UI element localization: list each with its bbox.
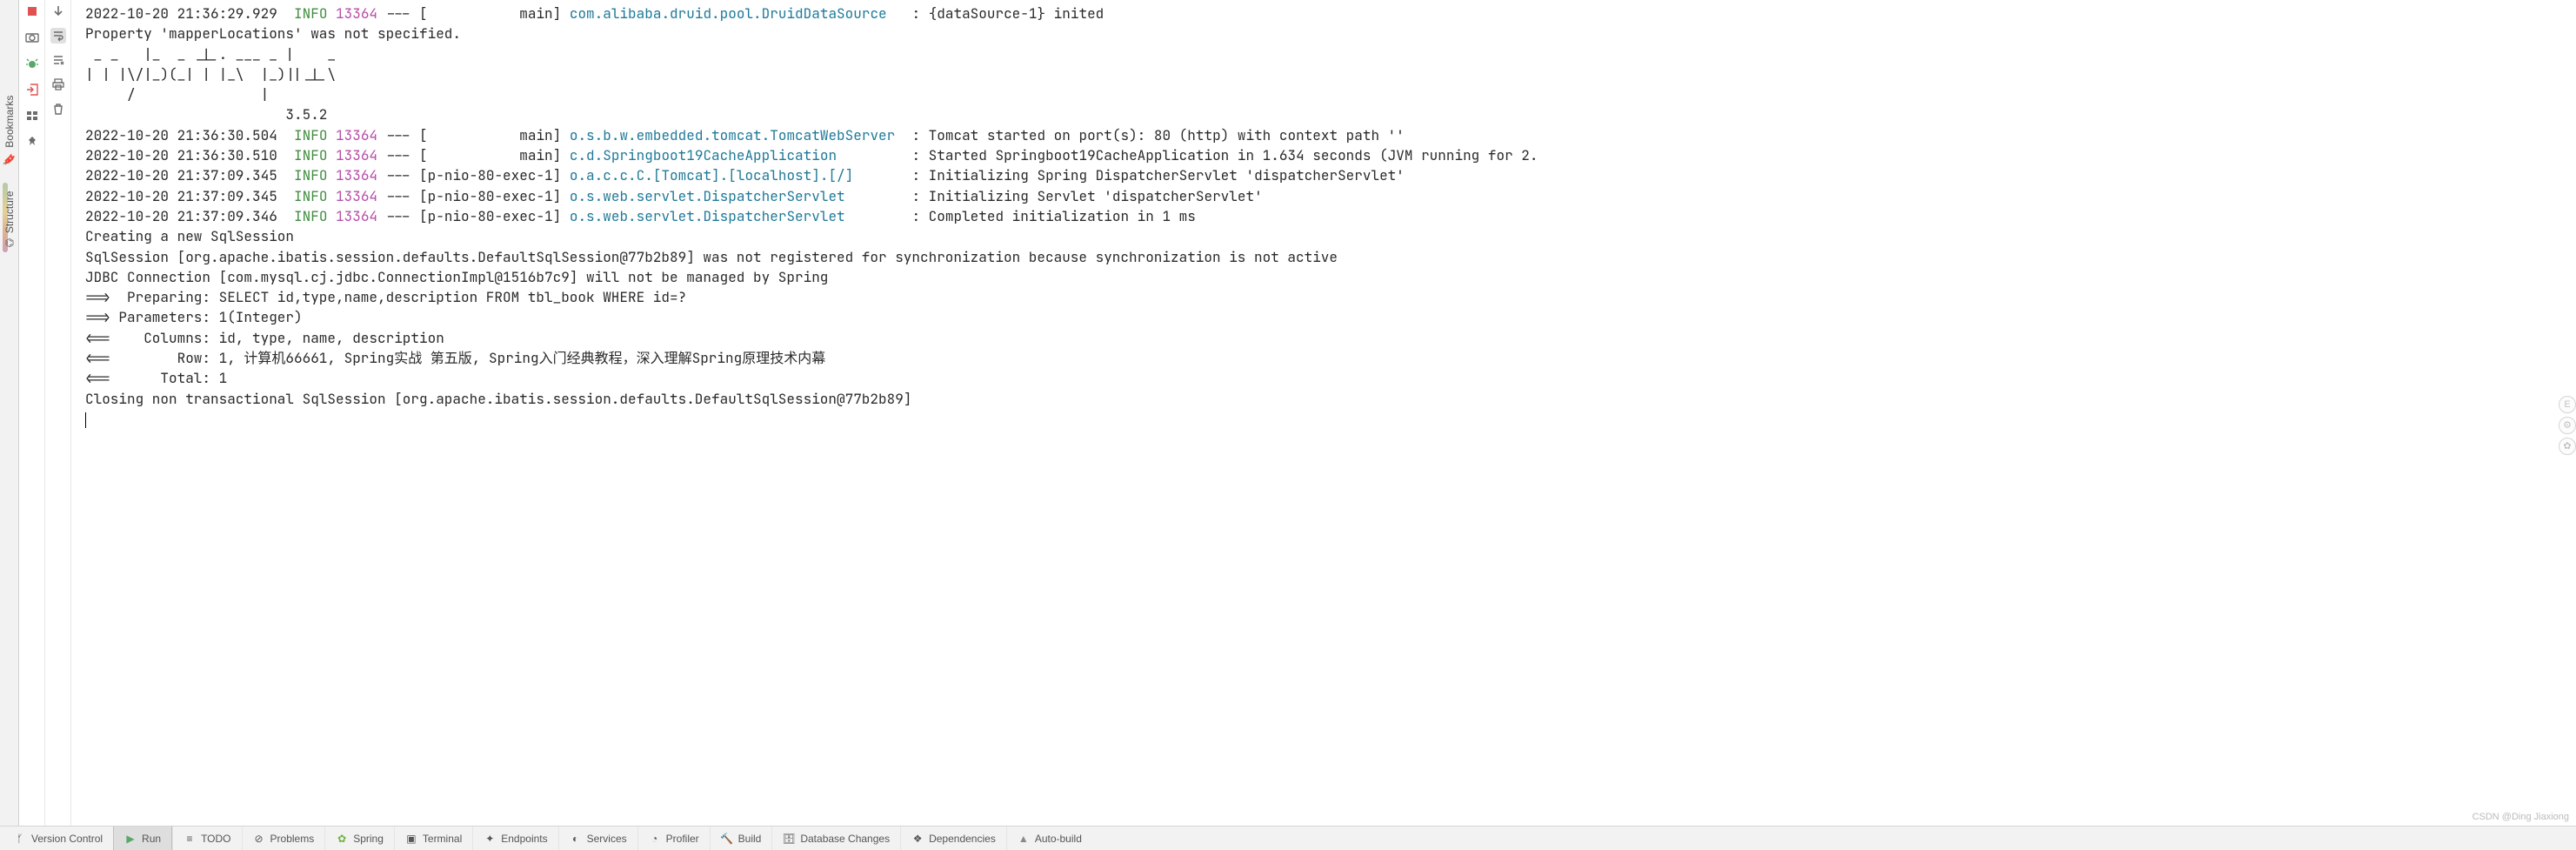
profiler-label: Profiler	[666, 833, 699, 845]
structure-tab[interactable]: ⌬ Structure	[2, 182, 17, 256]
tab-endpoints[interactable]: ✦ Endpoints	[472, 827, 557, 850]
bookmarks-tab[interactable]: 🔖 Bookmarks	[2, 87, 17, 175]
build-label: Build	[738, 833, 762, 845]
stop-icon[interactable]	[24, 3, 40, 19]
tab-terminal[interactable]: ▣ Terminal	[394, 827, 472, 850]
todo-icon: ≡	[184, 833, 196, 845]
badge-e: E	[2559, 396, 2576, 413]
log-line: 3.5.2	[85, 104, 2567, 124]
log-line: JDBC Connection [com.mysql.cj.jdbc.Conne…	[85, 267, 2567, 287]
build-icon: 🔨	[721, 833, 733, 845]
scroll-to-end-icon[interactable]	[50, 3, 66, 19]
log-line: Closing non transactional SqlSession [or…	[85, 389, 2567, 409]
tab-todo[interactable]: ≡ TODO	[172, 827, 241, 850]
tab-version-control[interactable]: ᚶ Version Control	[3, 827, 113, 850]
print-icon[interactable]	[50, 77, 66, 92]
database-changes-label: Database Changes	[800, 833, 890, 845]
log-line: 2022-10-20 21:36:30.504 INFO 13364 --- […	[85, 125, 2567, 145]
badge-gear2: ✿	[2559, 438, 2576, 455]
log-line: | | |\/|_)(_| | |_\ |_)||_|_\	[85, 64, 2567, 84]
tab-profiler[interactable]: ◔ Profiler	[637, 827, 710, 850]
run-icon: ▶	[124, 833, 137, 845]
log-line: Creating a new SqlSession	[85, 226, 2567, 246]
log-line: 2022-10-20 21:36:29.929 INFO 13364 --- […	[85, 3, 2567, 23]
terminal-icon: ▣	[405, 833, 417, 845]
clear-icon[interactable]	[50, 101, 66, 117]
profiler-icon: ◔	[649, 833, 661, 845]
structure-label: Structure	[3, 191, 16, 233]
camera-icon[interactable]	[24, 30, 40, 45]
exit-icon[interactable]	[24, 82, 40, 97]
log-line: <== Total: 1	[85, 368, 2567, 388]
text-caret	[85, 412, 86, 428]
tab-services[interactable]: ◐ Services	[558, 827, 637, 850]
watermark-badges: E ⚙ ✿	[2559, 396, 2576, 455]
endpoints-label: Endpoints	[501, 833, 547, 845]
badge-gear: ⚙	[2559, 417, 2576, 434]
layout-icon[interactable]	[24, 108, 40, 124]
auto-build-icon: ▲	[1018, 833, 1030, 845]
tab-build[interactable]: 🔨 Build	[710, 827, 772, 850]
services-icon: ◐	[570, 833, 582, 845]
structure-icon: ⌬	[4, 237, 13, 249]
bookmark-icon: 🔖	[3, 153, 16, 165]
log-line: SqlSession [org.apache.ibatis.session.de…	[85, 247, 2567, 267]
log-line: ==> Preparing: SELECT id,type,name,descr…	[85, 287, 2567, 307]
problems-icon: ⊘	[253, 833, 265, 845]
services-label: Services	[587, 833, 627, 845]
bookmarks-label: Bookmarks	[3, 96, 16, 148]
left-sidebar: 🔖 Bookmarks ⌬ Structure	[0, 0, 19, 826]
tab-database-changes[interactable]: 🗄 Database Changes	[771, 827, 900, 850]
log-line: 2022-10-20 21:37:09.346 INFO 13364 --- […	[85, 206, 2567, 226]
scroll-to-stack-icon[interactable]	[50, 52, 66, 68]
bug-icon[interactable]	[24, 56, 40, 71]
terminal-label: Terminal	[423, 833, 462, 845]
log-line: 2022-10-20 21:37:09.345 INFO 13364 --- […	[85, 165, 2567, 185]
tab-problems[interactable]: ⊘ Problems	[242, 827, 325, 850]
tab-run[interactable]: ▶ Run	[113, 827, 172, 850]
log-line: ==> Parameters: 1(Integer)	[85, 307, 2567, 327]
branch-icon: ᚶ	[14, 833, 26, 845]
soft-wrap-icon[interactable]	[50, 28, 66, 44]
pin-icon[interactable]	[24, 134, 40, 150]
console-gutter	[45, 0, 71, 826]
tab-auto-build[interactable]: ▲ Auto-build	[1006, 827, 1092, 850]
spring-icon: ✿	[336, 833, 348, 845]
log-line: 2022-10-20 21:36:30.510 INFO 13364 --- […	[85, 145, 2567, 165]
dependencies-icon: ❖	[911, 833, 924, 845]
auto-build-label: Auto-build	[1035, 833, 1082, 845]
log-line: <== Row: 1, 计算机66661, Spring实战 第五版, Spri…	[85, 348, 2567, 368]
version-control-label: Version Control	[31, 833, 103, 845]
spring-label: Spring	[353, 833, 384, 845]
log-line: _ _ |_ _ _|_. ___ _ | _	[85, 44, 2567, 64]
problems-label: Problems	[270, 833, 315, 845]
database-icon: 🗄	[783, 833, 795, 845]
todo-label: TODO	[201, 833, 230, 845]
bottom-bar: ᚶ Version Control ▶ Run ≡ TODO ⊘ Problem…	[0, 826, 2576, 850]
endpoints-icon: ✦	[484, 833, 496, 845]
log-line: 2022-10-20 21:37:09.345 INFO 13364 --- […	[85, 186, 2567, 206]
run-label: Run	[142, 833, 161, 845]
tab-spring[interactable]: ✿ Spring	[324, 827, 394, 850]
log-line: <== Columns: id, type, name, description	[85, 328, 2567, 348]
log-line: / |	[85, 84, 2567, 104]
tab-dependencies[interactable]: ❖ Dependencies	[900, 827, 1006, 850]
log-line: Property 'mapperLocations' was not speci…	[85, 23, 2567, 44]
run-gutter	[19, 0, 45, 826]
csdn-watermark: CSDN @Ding Jiaxiong	[2473, 812, 2569, 822]
dependencies-label: Dependencies	[929, 833, 996, 845]
console-output[interactable]: 2022-10-20 21:36:29.929 INFO 13364 --- […	[71, 0, 2576, 826]
